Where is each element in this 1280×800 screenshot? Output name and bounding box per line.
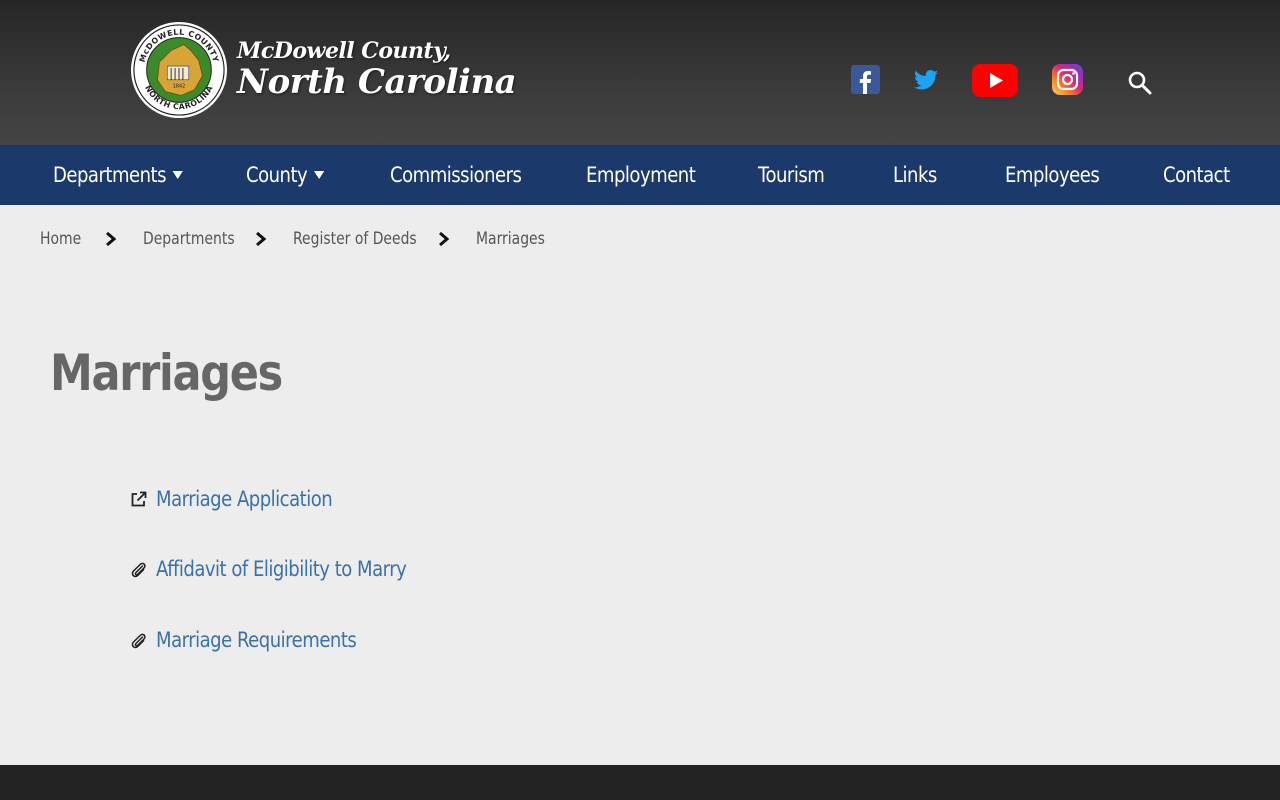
- brand-line-county: McDowell County,: [237, 38, 451, 64]
- link-label[interactable]: Marriage Requirements: [156, 628, 357, 652]
- page-title: Marriages: [50, 344, 283, 402]
- link-label[interactable]: Affidavit of Eligibility to Marry: [156, 557, 407, 581]
- external-link-icon: [131, 491, 147, 506]
- twitter-icon[interactable]: [914, 69, 938, 91]
- nav-item-tourism[interactable]: Tourism: [758, 145, 825, 205]
- nav-label: Tourism: [758, 163, 825, 187]
- caret-down-icon: [314, 171, 325, 179]
- nav-item-departments[interactable]: Departments: [53, 145, 184, 205]
- nav-label: Links: [893, 163, 937, 187]
- chevron-right-icon: [256, 231, 267, 247]
- site-header: 1842 McDOWELL COUNTY NORTH CAROLINA McDo…: [0, 0, 1280, 145]
- instagram-icon[interactable]: [1052, 64, 1083, 95]
- paperclip-icon: [131, 562, 146, 577]
- site-brand[interactable]: McDowell County, North Carolina: [237, 38, 517, 102]
- caret-down-icon: [172, 171, 184, 179]
- nav-item-employees[interactable]: Employees: [1005, 145, 1100, 205]
- link-affidavit-of-eligibility[interactable]: Affidavit of Eligibility to Marry: [130, 554, 447, 584]
- nav-item-commissioners[interactable]: Commissioners: [390, 145, 522, 205]
- main-nav: Departments County Commissioners Employm…: [0, 145, 1280, 205]
- chevron-right-icon: [439, 231, 450, 247]
- county-seal-logo[interactable]: 1842 McDOWELL COUNTY NORTH CAROLINA: [130, 21, 228, 119]
- nav-item-contact[interactable]: Contact: [1163, 145, 1230, 205]
- facebook-icon[interactable]: [851, 65, 880, 94]
- nav-label: Contact: [1163, 163, 1230, 187]
- paperclip-icon: [131, 633, 146, 648]
- link-marriage-application[interactable]: Marriage Application: [130, 484, 361, 514]
- nav-label: Employment: [586, 163, 696, 187]
- breadcrumb-departments[interactable]: Departments: [143, 226, 235, 252]
- link-marriage-requirements[interactable]: Marriage Requirements: [130, 625, 389, 655]
- search-icon[interactable]: [1127, 70, 1153, 96]
- site-footer: [0, 765, 1280, 800]
- nav-item-employment[interactable]: Employment: [586, 145, 696, 205]
- nav-label: Employees: [1005, 163, 1100, 187]
- breadcrumb-home[interactable]: Home: [40, 226, 81, 252]
- link-label[interactable]: Marriage Application: [156, 487, 333, 511]
- youtube-icon[interactable]: [972, 64, 1018, 97]
- chevron-right-icon: [106, 231, 117, 247]
- brand-line-state: North Carolina: [237, 62, 517, 102]
- breadcrumb-register-of-deeds[interactable]: Register of Deeds: [293, 226, 417, 252]
- nav-label: Commissioners: [390, 163, 522, 187]
- seal-year: 1842: [173, 84, 185, 90]
- nav-label: Departments: [53, 163, 167, 187]
- nav-item-links[interactable]: Links: [893, 145, 937, 205]
- nav-label: County: [246, 163, 308, 187]
- nav-item-county[interactable]: County: [246, 145, 325, 205]
- breadcrumb-current-marriages: Marriages: [476, 229, 545, 249]
